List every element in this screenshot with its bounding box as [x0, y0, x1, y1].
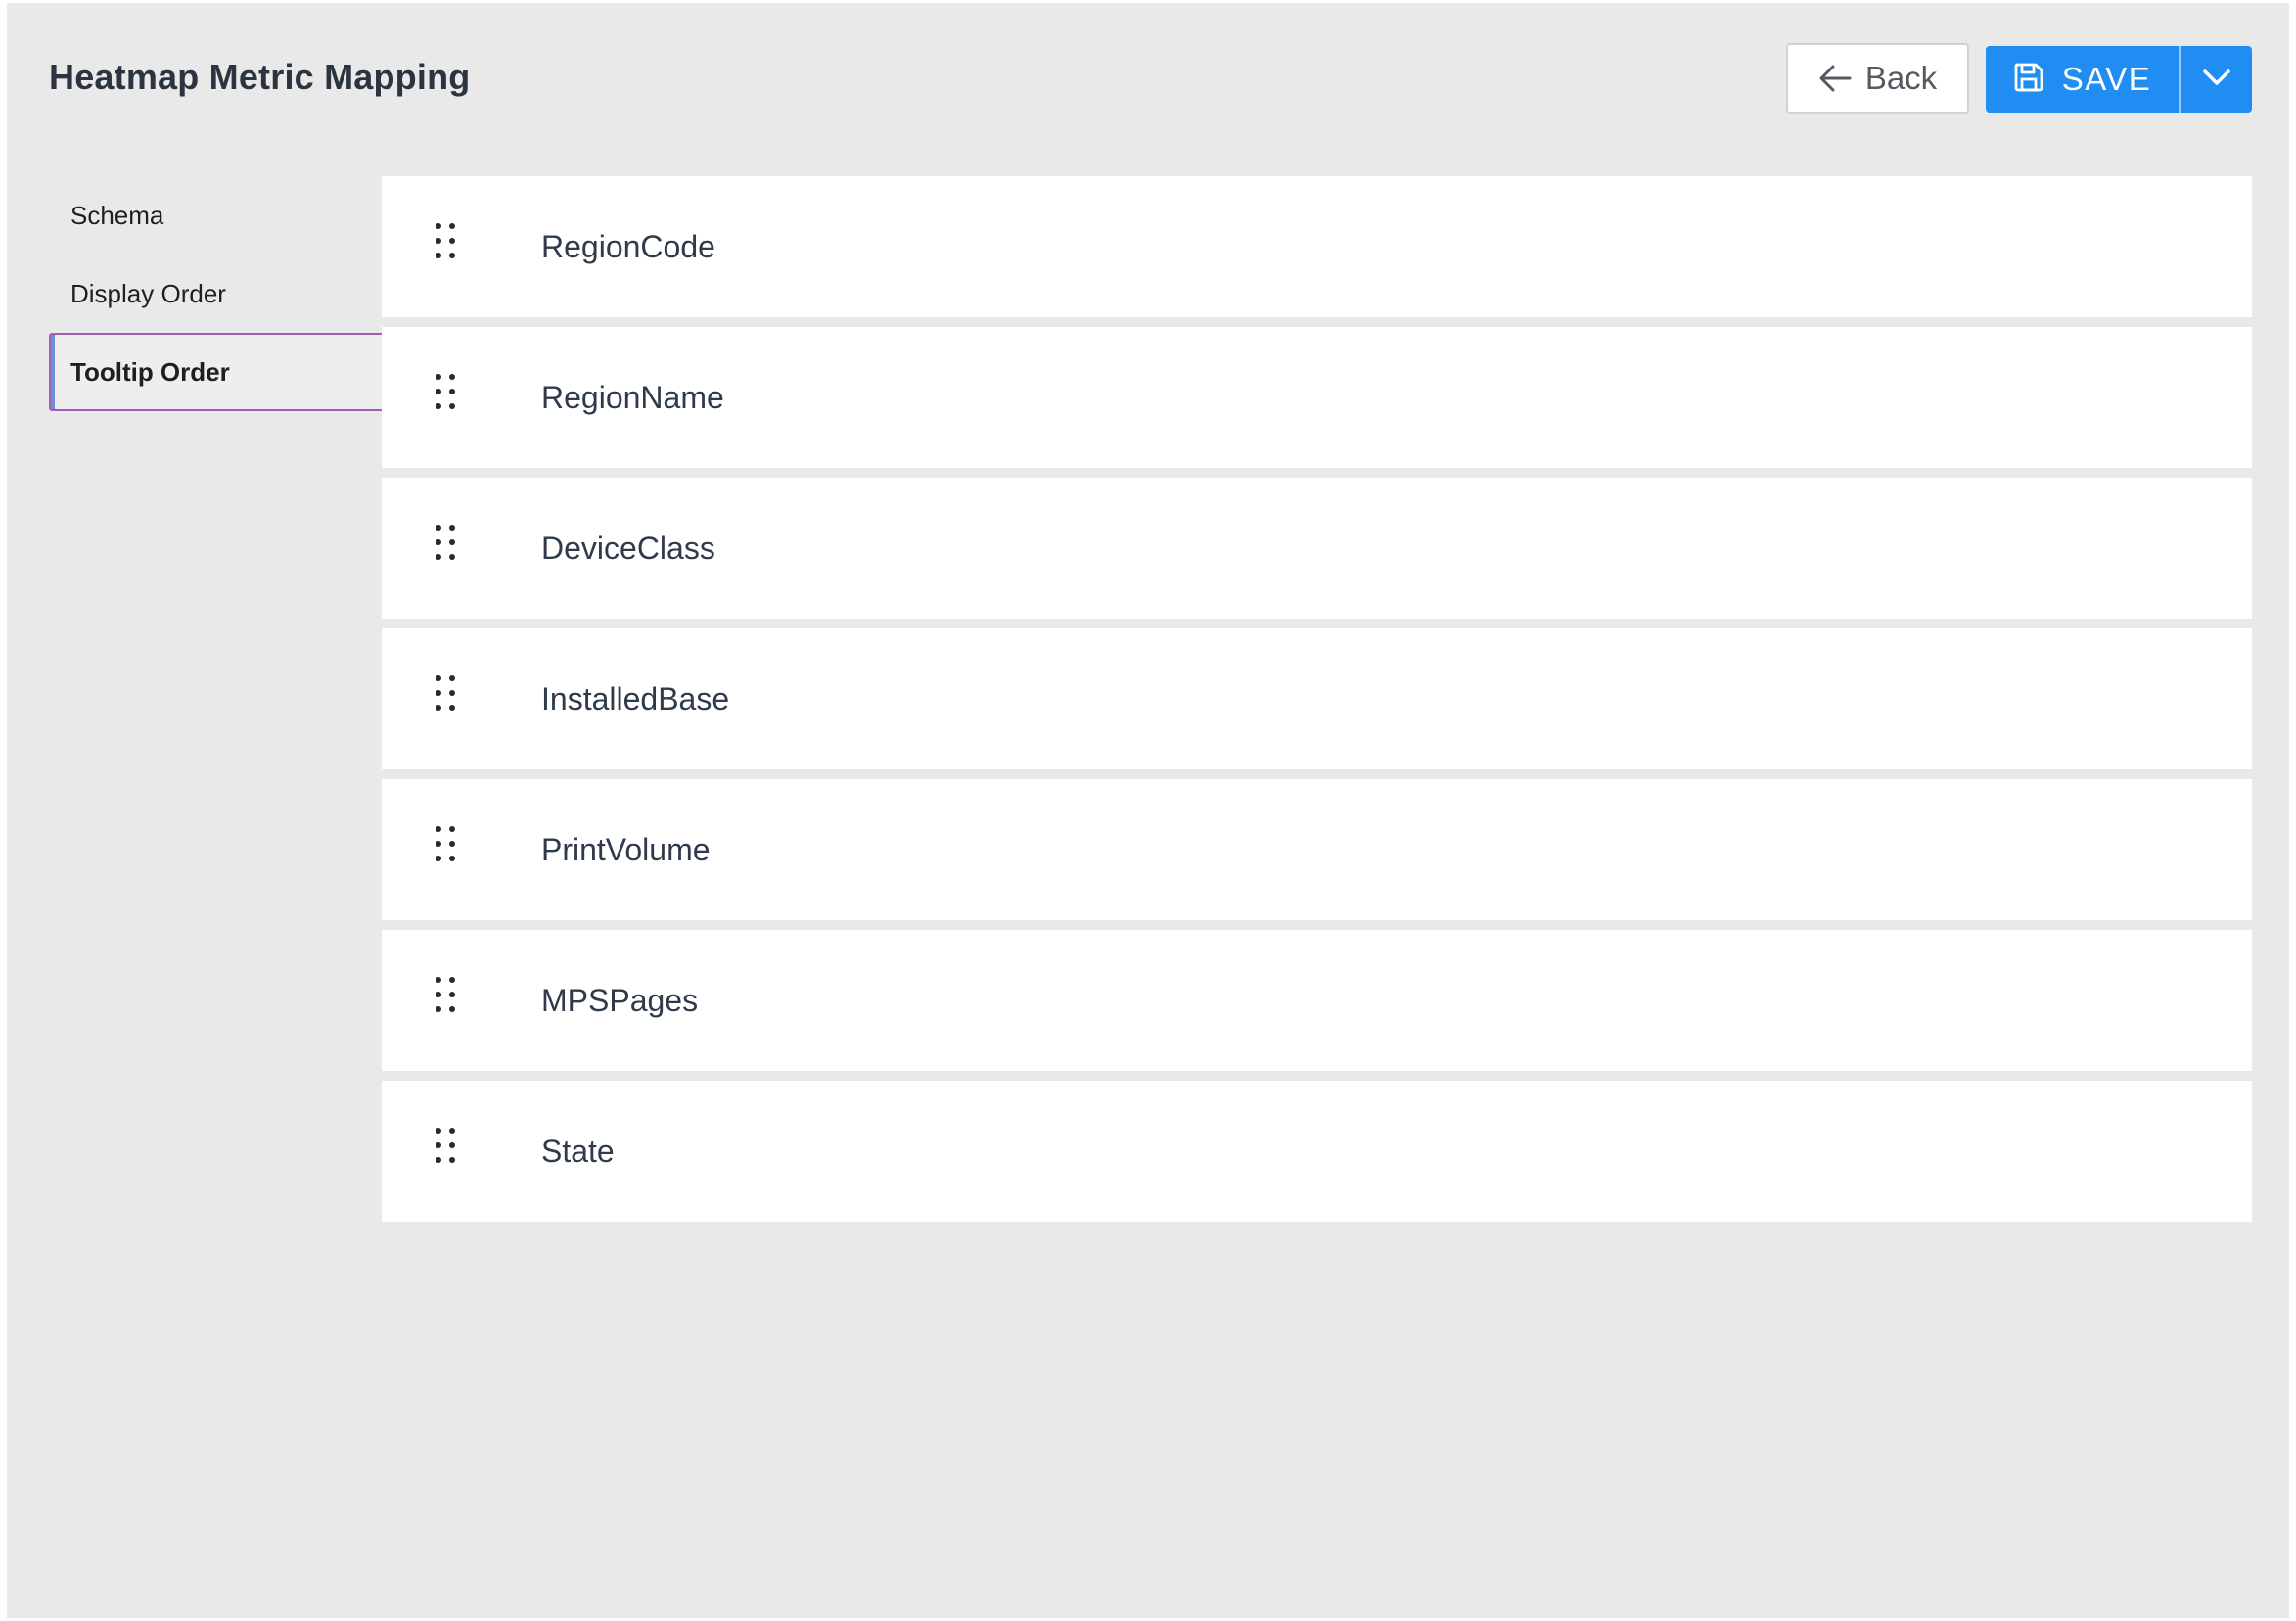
field-label: InstalledBase	[541, 680, 730, 717]
list-item[interactable]: RegionCode	[382, 176, 2252, 317]
drag-handle-icon[interactable]	[433, 824, 458, 863]
chevron-down-icon	[2202, 69, 2231, 91]
field-label: DeviceClass	[541, 530, 715, 566]
back-button[interactable]: Back	[1786, 43, 1969, 114]
save-options-dropdown-button[interactable]	[2181, 46, 2252, 113]
list-item[interactable]: DeviceClass	[382, 478, 2252, 619]
field-label: MPSPages	[541, 982, 699, 1018]
drag-handle-icon[interactable]	[433, 1126, 458, 1165]
nav-item-label: Schema	[70, 200, 164, 230]
save-button-group: SAVE	[1986, 46, 2252, 113]
nav-item-schema[interactable]: Schema	[49, 176, 388, 255]
nav-item-label: Display Order	[70, 278, 226, 308]
nav-item-display-order[interactable]: Display Order	[49, 255, 388, 333]
drag-handle-icon[interactable]	[433, 221, 458, 260]
drag-handle-icon[interactable]	[433, 673, 458, 713]
field-label: State	[541, 1133, 615, 1169]
floppy-disk-icon	[2013, 62, 2044, 98]
back-button-label: Back	[1864, 60, 1938, 96]
nav-item-tooltip-order[interactable]: Tooltip Order	[49, 333, 388, 411]
save-button-label: SAVE	[2061, 61, 2152, 97]
field-label: PrintVolume	[541, 831, 711, 867]
field-label: RegionName	[541, 379, 724, 415]
tooltip-field-order-list: RegionCode RegionName DeviceClass Instal…	[382, 176, 2252, 1231]
arrow-left-icon	[1818, 64, 1852, 93]
list-item[interactable]: State	[382, 1081, 2252, 1222]
page-title: Heatmap Metric Mapping	[49, 57, 471, 97]
save-button[interactable]: SAVE	[1986, 46, 2179, 113]
list-item[interactable]: MPSPages	[382, 930, 2252, 1071]
list-item[interactable]: RegionName	[382, 327, 2252, 468]
drag-handle-icon[interactable]	[433, 523, 458, 562]
list-item[interactable]: PrintVolume	[382, 779, 2252, 920]
list-item[interactable]: InstalledBase	[382, 628, 2252, 769]
app-window: Heatmap Metric Mapping Back SAVE Schema …	[7, 3, 2289, 1618]
nav-item-label: Tooltip Order	[70, 356, 230, 387]
field-label: RegionCode	[541, 228, 715, 264]
drag-handle-icon[interactable]	[433, 372, 458, 411]
settings-side-nav: Schema Display Order Tooltip Order	[49, 176, 388, 411]
drag-handle-icon[interactable]	[433, 975, 458, 1014]
